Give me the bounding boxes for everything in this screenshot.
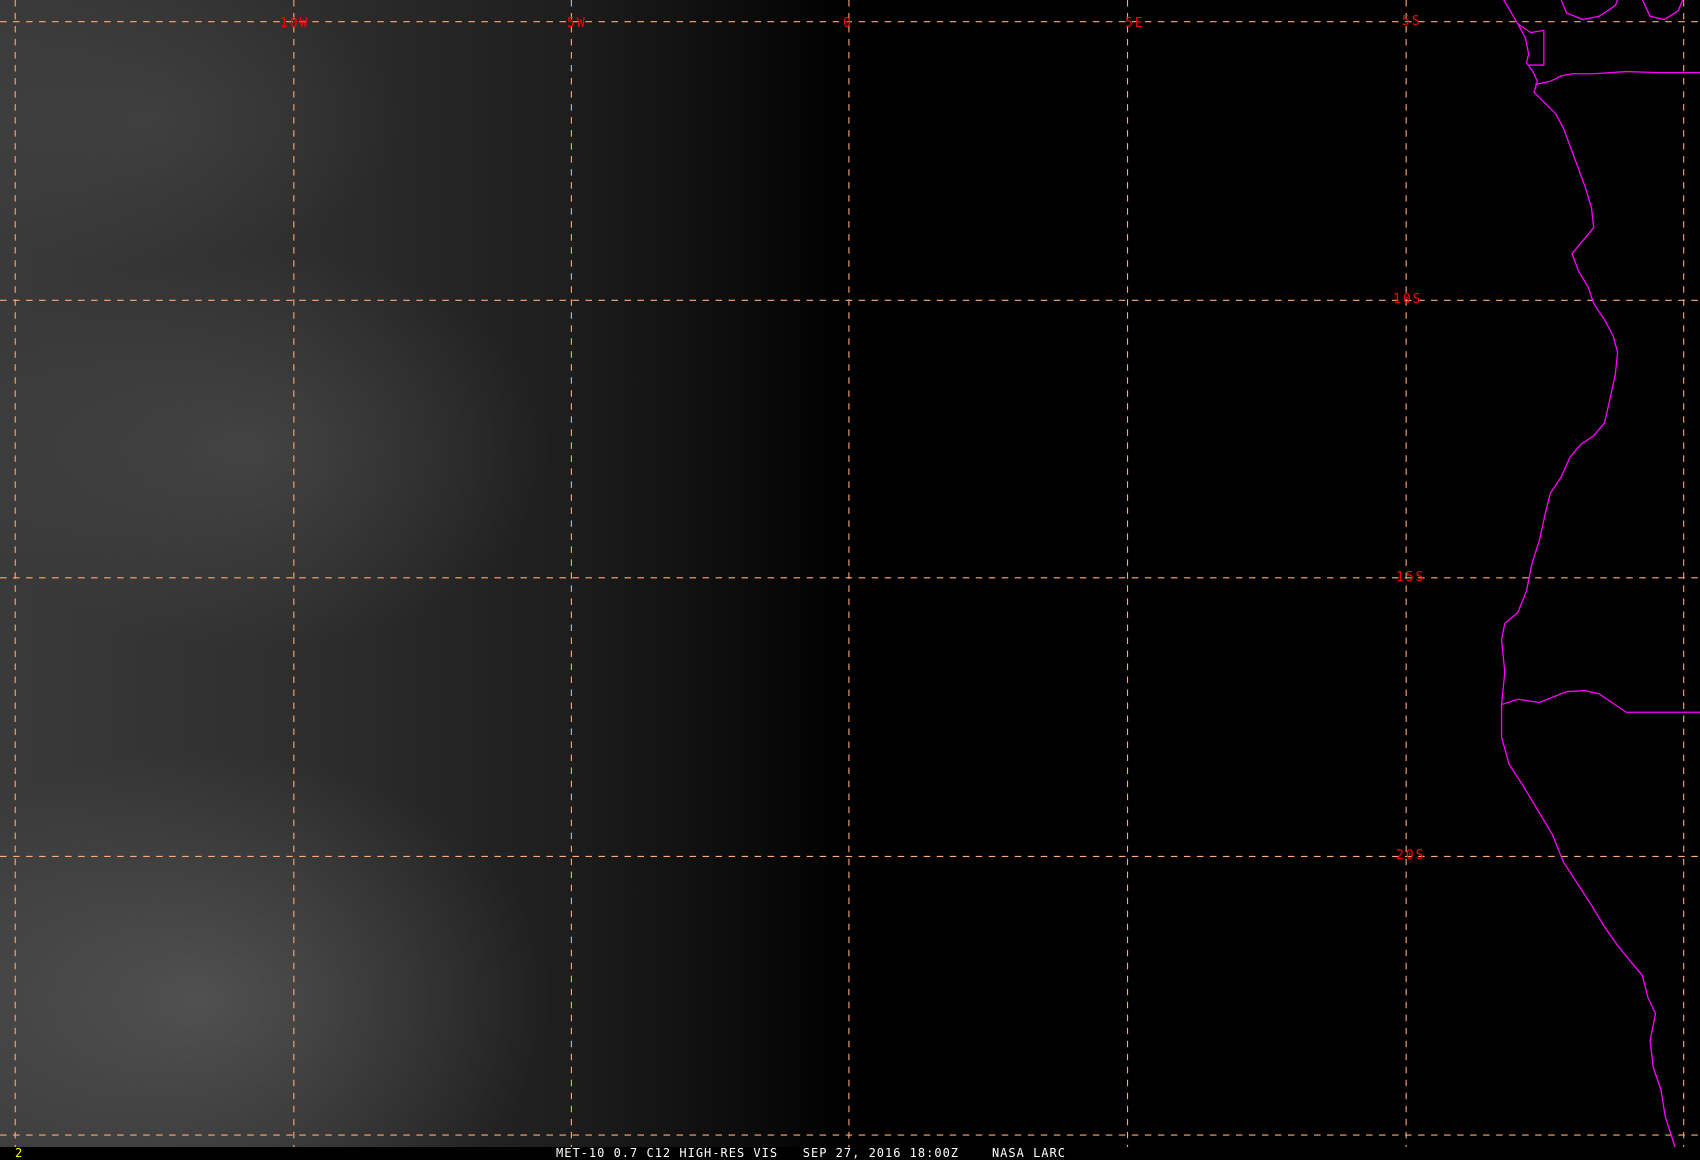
satellite-map: 10W 5W 0 5E 5S 10S 15S 20S 2 MET-10 0.7 … (0, 0, 1700, 1160)
frame-number: 2 (15, 1146, 23, 1160)
lat-label: 10S (1393, 292, 1423, 307)
product-label: MET-10 0.7 C12 HIGH-RES VIS (556, 1146, 779, 1160)
caption-text: MET-10 0.7 C12 HIGH-RES VIS SEP 27, 2016… (556, 1147, 1066, 1160)
caption-bar: 2 MET-10 0.7 C12 HIGH-RES VIS SEP 27, 20… (0, 1147, 1700, 1160)
lon-label: 0 (843, 16, 853, 31)
lon-label: 10W (280, 16, 310, 31)
graticule (0, 0, 1700, 1147)
coastline (1500, 0, 1676, 1147)
border-line (1641, 0, 1684, 21)
lat-label: 5S (1402, 14, 1422, 29)
datetime-label: SEP 27, 2016 18:00Z (802, 1146, 960, 1160)
border-line (1501, 689, 1700, 713)
lat-label: 15S (1396, 570, 1426, 585)
lon-label: 5W (567, 16, 587, 31)
map-overlay (0, 0, 1700, 1147)
lat-label: 20S (1396, 848, 1426, 863)
border-line (1560, 0, 1619, 21)
lon-label: 5E (1125, 16, 1145, 31)
source-label: NASA LARC (991, 1146, 1066, 1160)
border-line (1535, 70, 1700, 86)
